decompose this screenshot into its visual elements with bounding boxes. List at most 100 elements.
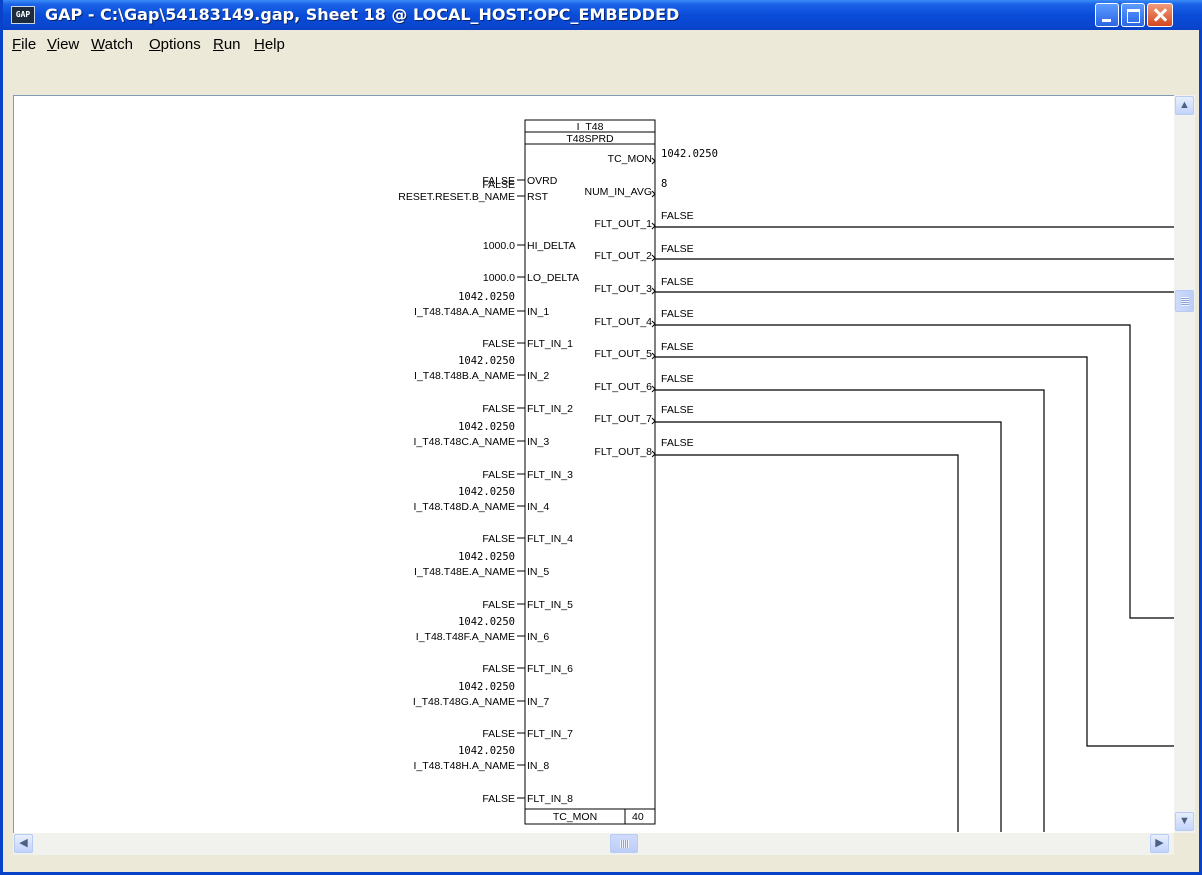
- input-signal-label: FALSE: [482, 728, 515, 740]
- input-signal-label: FALSE: [482, 663, 515, 675]
- vertical-scroll-thumb[interactable]: [1175, 290, 1194, 312]
- block-type: T48SPRD: [566, 133, 614, 145]
- maximize-button[interactable]: [1121, 3, 1145, 27]
- signal-wire: [655, 454, 959, 832]
- output-pin-flt-out-7: FLT_OUT_7: [594, 413, 652, 425]
- sheet-canvas[interactable]: I_T48 T48SPRD TC_MON 40 OVRD FALSE RST RESET.RE…: [13, 95, 1175, 833]
- app-window: GAP GAP - C:\Gap\54183149.gap, Sheet 18 …: [0, 0, 1202, 875]
- input-pin-hi-delta: HI_DELTA: [527, 240, 576, 252]
- output-pin-num-in-avg: NUM_IN_AVG: [585, 186, 653, 198]
- input-signal-label: FALSE: [482, 469, 515, 481]
- input-live-value: 1042.0250: [458, 745, 515, 757]
- input-signal-label: I_T48.T48B.A_NAME: [414, 370, 515, 382]
- block-name: I_T48: [577, 121, 604, 133]
- input-pin-in-2: IN_2: [527, 370, 549, 382]
- input-signal-label: I_T48.T48A.A_NAME: [414, 306, 515, 318]
- output-live-value: FALSE: [661, 210, 694, 222]
- function-block-diagram: I_T48T48SPRD TC_MON 40 OVRD FALSE RST RESET.RE…: [398, 119, 1174, 832]
- menu-options[interactable]: Options: [149, 36, 201, 53]
- output-pin-flt-out-3: FLT_OUT_3: [594, 283, 652, 295]
- input-signal-label: FALSE: [482, 793, 515, 805]
- input-pin-ovrd: OVRD: [527, 175, 558, 187]
- scroll-right-icon[interactable]: ▶: [1150, 834, 1169, 853]
- input-signal-label: FALSE: [482, 338, 515, 350]
- menu-bar: File View Watch Options Run Help: [3, 30, 1199, 64]
- input-live-value: 1042.0250: [458, 616, 515, 628]
- input-signal-label: 1000.0: [483, 272, 515, 284]
- input-pin-flt-in-2: FLT_IN_2: [527, 403, 573, 415]
- output-live-value: FALSE: [661, 437, 694, 449]
- signal-wire: [655, 389, 1045, 832]
- input-signal-label: FALSE: [482, 599, 515, 611]
- input-signal-label: I_T48.T48G.A_NAME: [413, 696, 515, 708]
- input-pin-flt-in-7: FLT_IN_7: [527, 728, 573, 740]
- input-pin-in-8: IN_8: [527, 760, 549, 772]
- output-pin-flt-out-2: FLT_OUT_2: [594, 250, 652, 262]
- output-pin-flt-out-4: FLT_OUT_4: [594, 316, 652, 328]
- output-pin-flt-out-6: FLT_OUT_6: [594, 381, 652, 393]
- input-live-value: 1042.0250: [458, 551, 515, 563]
- output-live-value: FALSE: [661, 373, 694, 385]
- input-signal-label: I_T48.T48E.A_NAME: [414, 566, 515, 578]
- close-button[interactable]: [1147, 3, 1173, 27]
- horizontal-scrollbar[interactable]: ◀ ▶: [13, 833, 1175, 855]
- output-live-value: FALSE: [661, 243, 694, 255]
- output-pin-flt-out-8: FLT_OUT_8: [594, 446, 652, 458]
- output-live-value: 1042.0250: [661, 148, 718, 160]
- input-pin-flt-in-3: FLT_IN_3: [527, 469, 573, 481]
- input-live-value: FALSE: [482, 179, 515, 191]
- input-signal-label: 1000.0: [483, 240, 515, 252]
- scroll-down-icon[interactable]: ▼: [1175, 812, 1194, 831]
- menu-help[interactable]: Help: [254, 36, 285, 53]
- input-pin-flt-in-8: FLT_IN_8: [527, 793, 573, 805]
- menu-file[interactable]: File: [12, 36, 36, 53]
- size-grip: [1174, 833, 1195, 855]
- input-pin-flt-in-6: FLT_IN_6: [527, 663, 573, 675]
- output-live-value: 8: [661, 178, 667, 190]
- input-pin-in-6: IN_6: [527, 631, 549, 643]
- menu-view[interactable]: View: [47, 36, 79, 53]
- input-signal-label: I_T48.T48D.A_NAME: [413, 501, 515, 513]
- input-pin-lo-delta: LO_DELTA: [527, 272, 579, 284]
- output-live-value: FALSE: [661, 341, 694, 353]
- input-signal-label: I_T48.T48C.A_NAME: [413, 436, 515, 448]
- input-pin-in-4: IN_4: [527, 501, 549, 513]
- menu-watch[interactable]: Watch: [91, 36, 133, 53]
- output-pin-flt-out-5: FLT_OUT_5: [594, 348, 652, 360]
- signal-wire: [655, 421, 1002, 832]
- input-signal-label: I_T48.T48F.A_NAME: [416, 631, 515, 643]
- input-pin-in-5: IN_5: [527, 566, 549, 578]
- output-pin-tc-mon: TC_MON: [608, 153, 652, 165]
- horizontal-scroll-thumb[interactable]: [610, 834, 638, 853]
- input-signal-label: FALSE: [482, 403, 515, 415]
- input-pin-in-7: IN_7: [527, 696, 549, 708]
- title-bar[interactable]: GAP GAP - C:\Gap\54183149.gap, Sheet 18 …: [3, 0, 1202, 30]
- minimize-button[interactable]: [1095, 3, 1119, 27]
- scroll-up-icon[interactable]: ▲: [1175, 96, 1194, 115]
- input-pin-flt-in-1: FLT_IN_1: [527, 338, 573, 350]
- input-signal-label: I_T48.T48H.A_NAME: [413, 760, 515, 772]
- signal-wire: [655, 324, 1174, 619]
- input-pin-flt-in-5: FLT_IN_5: [527, 599, 573, 611]
- block-footer-name: TC_MON: [553, 811, 597, 823]
- input-live-value: 1042.0250: [458, 486, 515, 498]
- input-pin-flt-in-4: FLT_IN_4: [527, 533, 573, 545]
- vertical-scrollbar[interactable]: ▲ ▼: [1174, 95, 1195, 833]
- input-live-value: 1042.0250: [458, 681, 515, 693]
- app-icon[interactable]: GAP: [11, 6, 35, 24]
- output-live-value: FALSE: [661, 276, 694, 288]
- menu-run[interactable]: Run: [213, 36, 241, 53]
- output-live-value: FALSE: [661, 308, 694, 320]
- scroll-left-icon[interactable]: ◀: [14, 834, 33, 853]
- input-live-value: 1042.0250: [458, 355, 515, 367]
- input-signal-label: RESET.RESET.B_NAME: [398, 191, 515, 203]
- input-pin-rst: RST: [527, 191, 549, 203]
- output-pin-flt-out-1: FLT_OUT_1: [594, 218, 652, 230]
- input-pin-in-1: IN_1: [527, 306, 549, 318]
- block-footer-number: 40: [632, 811, 644, 823]
- input-pin-in-3: IN_3: [527, 436, 549, 448]
- input-live-value: 1042.0250: [458, 291, 515, 303]
- signal-wire: [655, 356, 1174, 747]
- input-signal-label: FALSE: [482, 533, 515, 545]
- output-live-value: FALSE: [661, 404, 694, 416]
